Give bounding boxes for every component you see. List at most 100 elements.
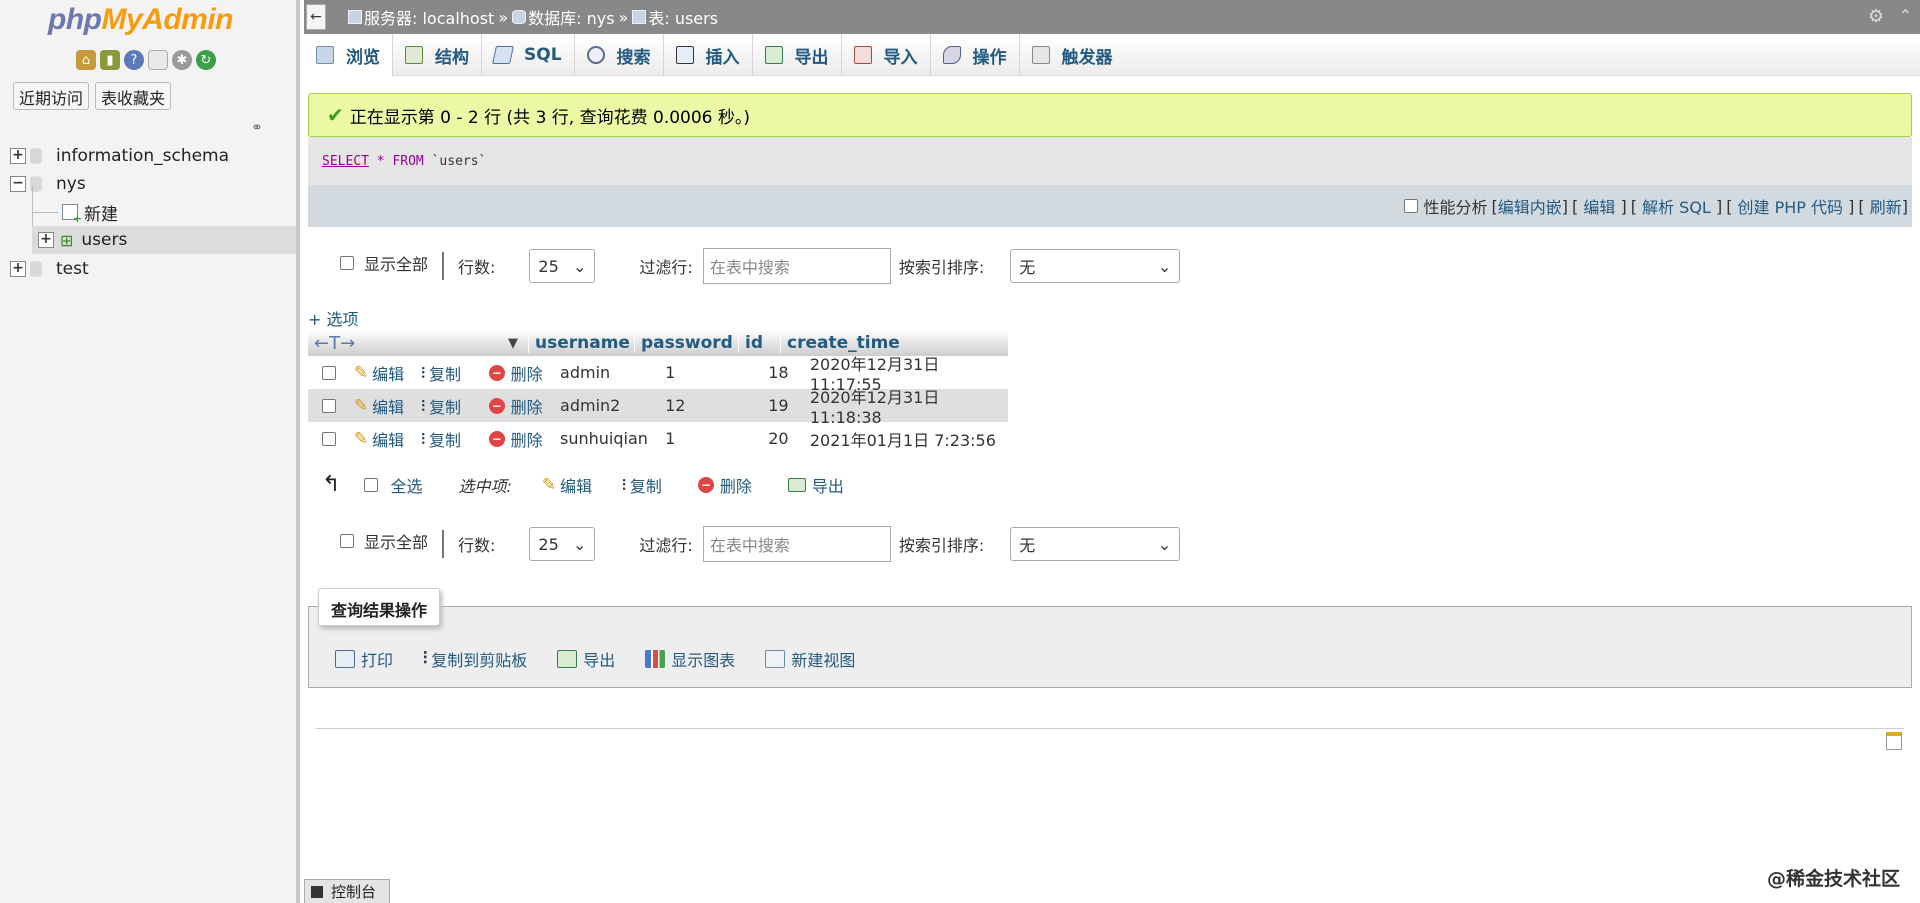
- expand-icon[interactable]: +: [10, 148, 26, 164]
- home-icon[interactable]: ⌂: [76, 50, 96, 70]
- row-delete-action[interactable]: − 删除: [488, 361, 554, 385]
- row-copy-action[interactable]: ⫶ 复制: [421, 394, 488, 418]
- row-edit-action[interactable]: ✎ 编辑: [354, 427, 421, 451]
- bulk-edit-button[interactable]: ✎ 编辑: [542, 473, 592, 497]
- db-name[interactable]: nys: [56, 174, 86, 194]
- tree-item-new[interactable]: 新建: [62, 199, 118, 225]
- tree-db-test[interactable]: + test: [10, 256, 89, 282]
- breadcrumb-server[interactable]: 服务器: localhost: [364, 5, 494, 29]
- rows-select[interactable]: 25 ⌄: [529, 527, 596, 561]
- tab-structure[interactable]: 结构: [393, 34, 482, 76]
- tab-import[interactable]: 导入: [842, 34, 931, 76]
- page-settings-icon[interactable]: [1886, 732, 1902, 750]
- sort-select[interactable]: 无 ⌄: [1010, 249, 1181, 283]
- logout-icon[interactable]: ▮: [100, 50, 120, 70]
- expand-icon[interactable]: +: [10, 261, 26, 277]
- row-edit-action[interactable]: ✎ 编辑: [354, 394, 421, 418]
- create-php-link[interactable]: 创建 PHP 代码: [1738, 194, 1844, 218]
- cell-password[interactable]: 1: [659, 363, 762, 382]
- show-all-checkbox[interactable]: [340, 534, 354, 548]
- console-toggle[interactable]: 控制台: [304, 879, 390, 903]
- display-chart-button[interactable]: 显示图表: [645, 647, 735, 671]
- create-view-button[interactable]: 新建视图: [765, 647, 855, 671]
- column-header-username[interactable]: username: [528, 333, 634, 353]
- collapse-nav-button[interactable]: ←: [306, 4, 326, 30]
- sort-dropdown-icon[interactable]: ▼: [508, 336, 528, 351]
- cell-id[interactable]: 19: [762, 396, 804, 415]
- tab-triggers[interactable]: 触发器: [1020, 34, 1125, 76]
- filter-input[interactable]: 在表中搜索: [702, 526, 891, 562]
- row-delete-action[interactable]: − 删除: [488, 427, 554, 451]
- settings-gear-icon[interactable]: ⚙: [1868, 6, 1884, 27]
- filter-input[interactable]: 在表中搜索: [702, 248, 891, 284]
- favorites-tab[interactable]: 表收藏夹: [95, 82, 172, 110]
- column-header-id[interactable]: id: [738, 333, 780, 353]
- check-all-checkbox[interactable]: [364, 478, 379, 492]
- collapse-icon[interactable]: −: [10, 176, 26, 192]
- cell-id[interactable]: 20: [762, 429, 804, 448]
- tab-browse[interactable]: 浏览: [304, 34, 393, 76]
- table-name[interactable]: users: [81, 230, 127, 250]
- settings-icon[interactable]: ✱: [172, 50, 192, 70]
- refresh-link[interactable]: 刷新: [1870, 194, 1902, 218]
- row-delete-action[interactable]: − 删除: [488, 394, 554, 418]
- docs-icon[interactable]: [148, 50, 168, 70]
- tree-db-nys[interactable]: − nys: [10, 171, 86, 197]
- edit-link[interactable]: 编辑: [1583, 194, 1615, 218]
- phpmyadmin-logo[interactable]: phpMyAdmin: [48, 3, 233, 37]
- reload-icon[interactable]: ↻: [196, 50, 216, 70]
- check-all-label[interactable]: 全选: [390, 473, 422, 497]
- row-checkbox[interactable]: [322, 365, 336, 380]
- tab-operations[interactable]: 操作: [931, 34, 1020, 76]
- row-copy-action[interactable]: ⫶ 复制: [421, 427, 488, 451]
- explain-sql-link[interactable]: 解析 SQL: [1642, 194, 1711, 218]
- cell-username[interactable]: admin: [554, 363, 659, 382]
- collapse-top-icon[interactable]: ⌃: [1899, 6, 1912, 25]
- tab-export[interactable]: 导出: [753, 34, 842, 76]
- tab-search[interactable]: 搜索: [575, 34, 664, 76]
- print-button[interactable]: 打印: [335, 647, 393, 671]
- recent-tab[interactable]: 近期访问: [13, 82, 90, 110]
- tree-table-users[interactable]: + ⊞ users: [38, 227, 127, 253]
- tree-db-information-schema[interactable]: + information_schema: [10, 143, 229, 169]
- bulk-copy-button[interactable]: ⫶ 复制: [622, 473, 662, 497]
- export-button[interactable]: 导出: [557, 647, 615, 671]
- show-all-label[interactable]: 显示全部: [364, 529, 428, 553]
- tab-insert[interactable]: 插入: [664, 34, 753, 76]
- expand-icon[interactable]: +: [38, 232, 54, 248]
- options-toggle[interactable]: + 选项: [308, 306, 359, 330]
- cell-create-time[interactable]: 2020年12月31日 11:18:38: [804, 384, 1008, 427]
- copy-to-clipboard-button[interactable]: ⫶ 复制到剪贴板: [423, 647, 527, 671]
- breadcrumb-table[interactable]: 表: users: [648, 5, 718, 29]
- help-icon[interactable]: ?: [124, 50, 144, 70]
- profiling-checkbox[interactable]: [1403, 199, 1418, 213]
- cell-password[interactable]: 12: [659, 396, 762, 415]
- show-all-checkbox[interactable]: [340, 256, 354, 270]
- row-copy-action[interactable]: ⫶ 复制: [421, 361, 488, 385]
- breadcrumb-database[interactable]: 数据库: nys: [528, 5, 614, 29]
- column-resize-arrows-icon[interactable]: ←T→: [308, 333, 508, 354]
- cell-create-time[interactable]: 2021年01月1日 7:23:56: [804, 427, 1008, 451]
- rows-select[interactable]: 25 ⌄: [529, 249, 596, 283]
- new-label[interactable]: 新建: [84, 200, 118, 225]
- column-header-password[interactable]: password: [634, 333, 738, 353]
- profiling-label[interactable]: 性能分析: [1424, 194, 1488, 218]
- cell-password[interactable]: 1: [659, 429, 762, 448]
- cell-id[interactable]: 18: [762, 363, 804, 382]
- bulk-export-button[interactable]: 导出: [787, 473, 844, 497]
- bulk-delete-button[interactable]: − 删除: [697, 473, 752, 497]
- cell-username[interactable]: sunhuiqian: [554, 429, 659, 448]
- show-all-label[interactable]: 显示全部: [364, 251, 428, 275]
- cell-username[interactable]: admin2: [554, 396, 659, 415]
- row-checkbox[interactable]: [322, 431, 336, 446]
- tab-sql[interactable]: SQL: [482, 34, 575, 76]
- sort-select[interactable]: 无 ⌄: [1010, 527, 1181, 561]
- sql-select-keyword[interactable]: SELECT: [322, 154, 369, 169]
- link-icon[interactable]: ⚭: [251, 120, 263, 136]
- column-header-create-time[interactable]: create_time: [780, 333, 986, 353]
- edit-inline-link[interactable]: 编辑内嵌: [1498, 194, 1562, 218]
- db-name[interactable]: information_schema: [56, 146, 229, 166]
- row-checkbox[interactable]: [322, 398, 336, 413]
- row-edit-action[interactable]: ✎ 编辑: [354, 361, 421, 385]
- db-name[interactable]: test: [56, 259, 89, 279]
